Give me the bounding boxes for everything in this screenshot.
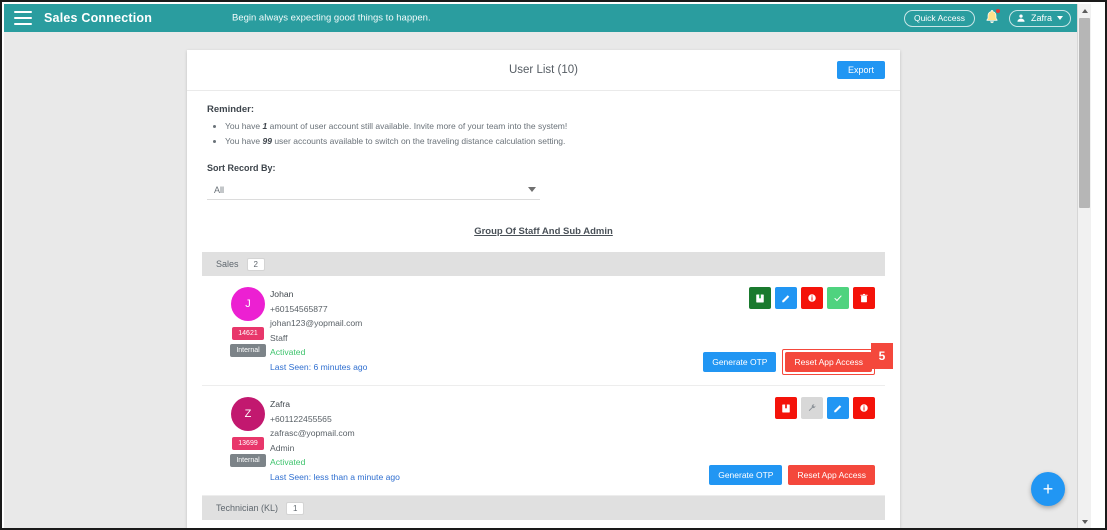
reminder-item-value: 99 xyxy=(262,136,272,146)
user-type-badge: Internal xyxy=(230,344,266,357)
reminder-section: Reminder: You have 1 amount of user acco… xyxy=(187,91,900,149)
department-count-badge: 2 xyxy=(246,257,265,271)
reset-app-access-button[interactable]: Reset App Access xyxy=(785,352,872,372)
group-section-title: Group Of Staff And Sub Admin xyxy=(474,226,613,237)
avatar: J xyxy=(231,287,265,321)
reminder-list: You have 1 amount of user account still … xyxy=(207,119,900,149)
book-icon-button[interactable] xyxy=(775,397,797,419)
reminder-item-post: amount of user account still available. … xyxy=(267,121,568,131)
user-role: Staff xyxy=(270,332,288,343)
info-icon xyxy=(808,294,816,302)
sort-record-section: Sort Record By: All xyxy=(187,149,900,200)
chevron-down-icon xyxy=(1057,15,1063,20)
row-action-buttons: Generate OTP Reset App Access 5 xyxy=(703,343,893,375)
row-action-icons xyxy=(749,287,875,309)
sort-record-value: All xyxy=(214,184,225,195)
pencil-icon xyxy=(782,294,790,302)
book-icon xyxy=(782,404,790,412)
department-header-sales[interactable]: Sales 2 xyxy=(202,252,885,276)
pencil-icon xyxy=(834,404,842,412)
department-name: Sales xyxy=(216,259,239,269)
sort-record-label: Sort Record By: xyxy=(207,163,276,173)
app-brand-title: Sales Connection xyxy=(44,11,153,25)
info-icon-button[interactable] xyxy=(801,287,823,309)
user-identity-block: J 14621 Internal xyxy=(219,287,277,357)
reset-app-access-highlight: Reset App Access xyxy=(782,349,875,375)
app-bar-actions: Quick Access Zafra xyxy=(903,4,1071,32)
user-menu-button[interactable]: Zafra xyxy=(1008,9,1071,27)
vertical-scrollbar[interactable] xyxy=(1077,4,1091,528)
user-role: Admin xyxy=(270,442,295,453)
export-button[interactable]: Export xyxy=(836,61,885,79)
department-header-technician[interactable]: Technician (KL) 1 xyxy=(202,496,885,520)
app-tagline: Begin always expecting good things to ha… xyxy=(232,12,431,24)
reminder-item-pre: You have xyxy=(225,136,263,146)
book-icon xyxy=(756,294,764,302)
user-menu-label: Zafra xyxy=(1030,12,1052,23)
table-row: Z 13699 Internal Zafra +601122455565 zaf… xyxy=(202,386,885,496)
info-icon xyxy=(860,404,868,412)
wrench-icon-button[interactable] xyxy=(801,397,823,419)
notifications-bell-button[interactable] xyxy=(984,8,1001,27)
info-icon-button[interactable] xyxy=(853,397,875,419)
scrollbar-thumb[interactable] xyxy=(1079,18,1090,208)
check-icon-button[interactable] xyxy=(827,287,849,309)
row-action-icons xyxy=(775,397,875,419)
reminder-item: You have 1 amount of user account still … xyxy=(225,119,900,134)
user-avatar-icon xyxy=(1017,13,1025,22)
department-count-badge: 1 xyxy=(286,501,305,515)
reminder-item-pre: You have xyxy=(225,121,263,131)
user-email: zafrasc@yopmail.com xyxy=(270,428,355,438)
user-id-badge: 14621 xyxy=(232,327,264,340)
row-action-buttons: Generate OTP Reset App Access xyxy=(709,465,875,485)
reset-app-access-button[interactable]: Reset App Access xyxy=(788,465,875,485)
reminder-item-post: user accounts available to switch on the… xyxy=(271,136,566,146)
reminder-item: You have 99 user accounts available to s… xyxy=(225,134,900,149)
user-list-card: User List (10) Export Reminder: You have… xyxy=(187,50,900,528)
pencil-icon-button[interactable] xyxy=(827,397,849,419)
user-email: johan123@yopmail.com xyxy=(270,318,363,328)
trash-icon xyxy=(860,293,868,302)
chevron-up-icon xyxy=(1081,8,1088,13)
department-name: Technician (KL) xyxy=(216,503,279,513)
scroll-down-button[interactable] xyxy=(1078,515,1091,528)
user-id-badge: 13699 xyxy=(232,437,264,450)
table-row: J 14621 Internal Johan +60154565877 joha… xyxy=(202,276,893,386)
add-user-fab-button[interactable]: + xyxy=(1031,472,1065,506)
pencil-icon-button[interactable] xyxy=(775,287,797,309)
card-header: User List (10) Export xyxy=(187,50,900,91)
annotation-marker: 5 xyxy=(871,343,893,369)
sort-record-select[interactable]: All xyxy=(207,180,540,200)
user-identity-block: Z 13699 Internal xyxy=(219,397,277,467)
generate-otp-button[interactable]: Generate OTP xyxy=(709,465,783,485)
quick-access-button[interactable]: Quick Access xyxy=(903,9,975,27)
notification-badge-dot xyxy=(994,8,1001,14)
page-title: User List (10) xyxy=(508,64,579,76)
book-icon-button[interactable] xyxy=(749,287,771,309)
top-app-bar: Sales Connection Begin always expecting … xyxy=(4,4,1091,32)
scroll-up-button[interactable] xyxy=(1078,4,1091,17)
chevron-down-icon xyxy=(528,187,536,192)
reminder-heading: Reminder: xyxy=(207,104,254,115)
wrench-icon xyxy=(808,404,816,411)
user-type-badge: Internal xyxy=(230,454,266,467)
app-viewport: Sales Connection Begin always expecting … xyxy=(4,4,1091,528)
chevron-down-icon xyxy=(1081,519,1088,524)
hamburger-menu-icon[interactable] xyxy=(14,11,32,25)
avatar: Z xyxy=(231,397,265,431)
check-icon xyxy=(834,295,842,302)
trash-icon-button[interactable] xyxy=(853,287,875,309)
generate-otp-button[interactable]: Generate OTP xyxy=(703,352,777,372)
